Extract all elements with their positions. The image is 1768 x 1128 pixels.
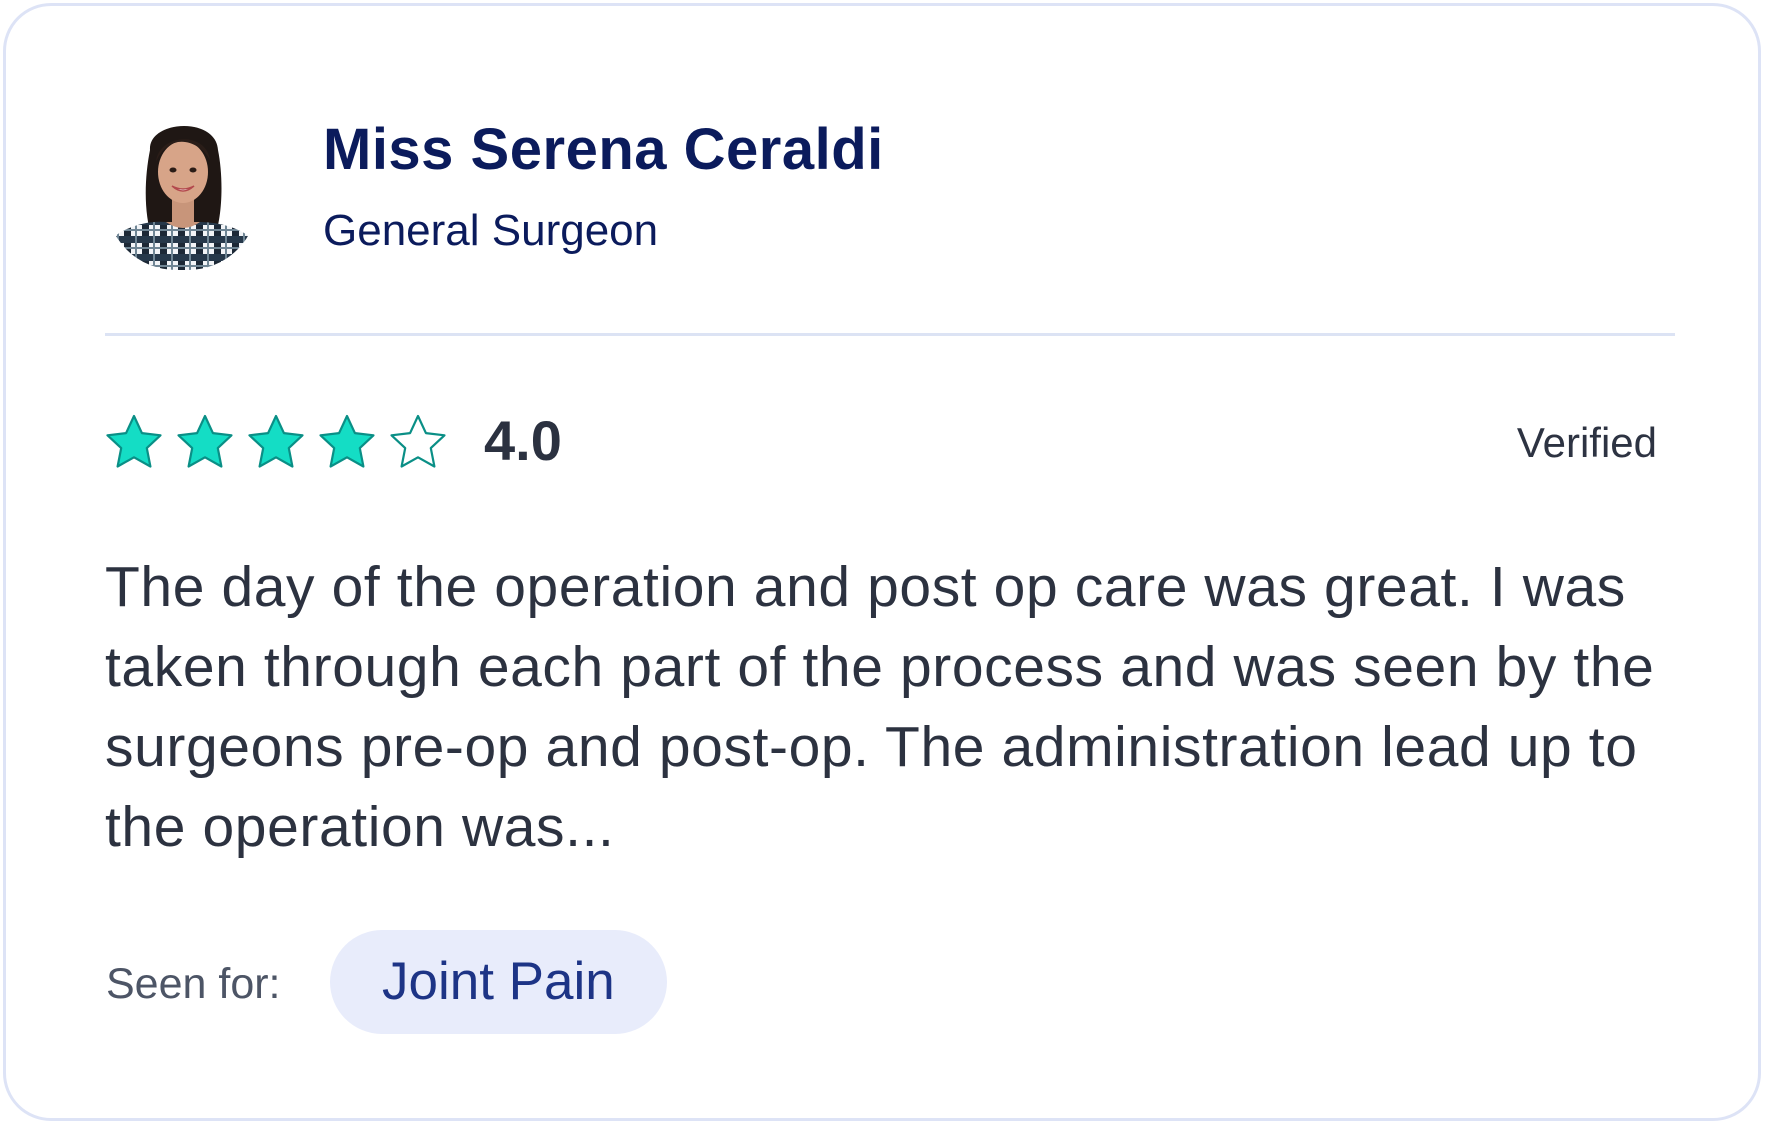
verified-badge: Verified [1516,419,1657,466]
seen-for-tag[interactable]: Joint Pain [330,930,667,1034]
doctor-name[interactable]: Miss Serena Ceraldi [323,114,884,186]
star-filled-icon [177,414,233,468]
star-filled-icon [248,414,304,468]
star-filled-icon [106,414,162,468]
doctor-specialty: General Surgeon [323,206,659,255]
star-rating [104,413,448,473]
divider [105,333,1675,336]
seen-for-label: Seen for: [106,960,281,1008]
star-outline-icon [390,414,446,468]
star-filled-icon [319,414,375,468]
review-card: Miss Serena Ceraldi General Surgeon 4.0 … [3,3,1761,1121]
review-text: The day of the operation and post op car… [105,555,1655,859]
rating-value: 4.0 [484,409,562,472]
doctor-portrait-icon [106,125,258,270]
doctor-avatar [106,110,258,270]
